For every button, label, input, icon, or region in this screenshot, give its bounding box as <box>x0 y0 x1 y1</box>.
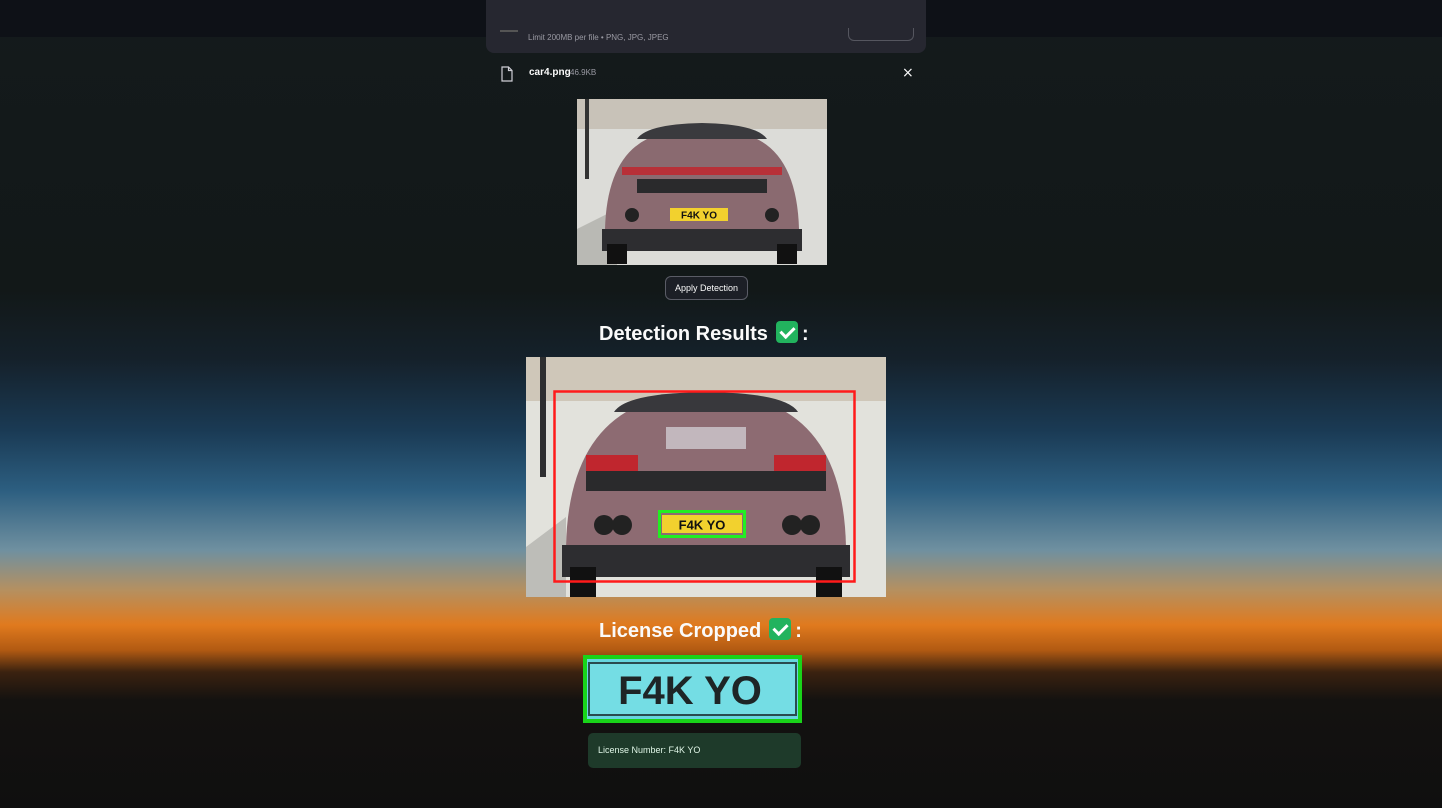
remove-file-button[interactable]: × <box>902 65 914 81</box>
file-size: 46.9KB <box>570 68 597 77</box>
apply-detection-button[interactable]: Apply Detection <box>665 276 748 300</box>
license-number-alert: License Number: F4K YO <box>588 733 801 768</box>
preview-plate-text: F4K YO <box>681 211 717 222</box>
cropped-plate-text: F4K YO <box>618 669 762 713</box>
file-uploader-dropzone[interactable]: Limit 200MB per file • PNG, JPG, JPEG <box>486 0 926 53</box>
browse-files-button[interactable] <box>848 28 914 41</box>
license-cropped-title: License Cropped <box>599 620 762 642</box>
detected-plate-text: F4K YO <box>679 518 726 533</box>
cropped-plate-image: F4K YO <box>583 655 802 723</box>
upload-limit-text: Limit 200MB per file • PNG, JPG, JPEG <box>528 33 669 42</box>
license-cropped-heading: License Cropped: <box>599 618 802 643</box>
detection-results-title: Detection Results <box>599 323 768 345</box>
file-name: car4.png <box>529 67 571 78</box>
license-heading-colon: : <box>795 620 802 642</box>
detection-result-image: F4K YO <box>526 357 886 597</box>
check-mark-icon <box>775 321 798 343</box>
uploaded-image-preview: F4K YO <box>577 99 827 265</box>
detection-results-heading: Detection Results: <box>599 321 809 346</box>
file-icon <box>501 66 513 82</box>
upload-cloud-icon <box>500 30 518 38</box>
detection-heading-colon: : <box>801 323 809 345</box>
check-mark-icon <box>769 618 792 640</box>
uploaded-file-row: car4.png 46.9KB × <box>486 62 926 86</box>
license-number-text: License Number: F4K YO <box>598 745 701 755</box>
